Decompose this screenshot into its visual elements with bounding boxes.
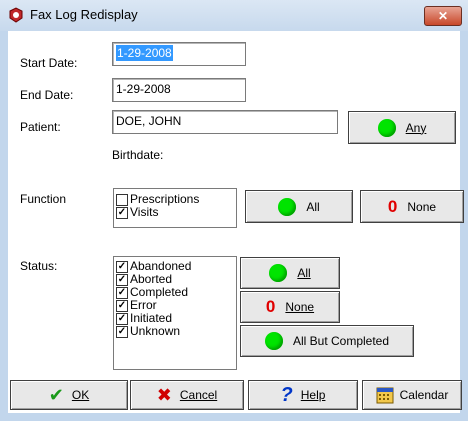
status-list[interactable]: ✓ Abandoned ✓ Aborted ✓ Completed ✓ Error ✓ I… bbox=[113, 256, 237, 370]
cancel-button[interactable]: ✖ Cancel bbox=[130, 380, 244, 410]
patient-field[interactable]: DOE, JOHN bbox=[112, 110, 338, 134]
help-button[interactable]: ? Help bbox=[248, 380, 358, 410]
x-icon: ✖ bbox=[156, 384, 172, 405]
checkbox-checked-icon[interactable]: ✓ bbox=[116, 300, 128, 312]
green-dot-icon bbox=[278, 197, 297, 216]
window-title: Fax Log Redisplay bbox=[30, 7, 138, 22]
status-all-but-completed-button[interactable]: All But Completed bbox=[240, 325, 414, 357]
function-list[interactable]: Prescriptions ✓ Visits bbox=[113, 188, 237, 228]
red-zero-icon: 0 bbox=[387, 196, 398, 216]
checkbox-checked-icon[interactable]: ✓ bbox=[116, 261, 128, 273]
calendar-icon bbox=[376, 387, 394, 404]
status-none-button[interactable]: 0 None bbox=[240, 291, 340, 323]
checkbox-checked-icon[interactable]: ✓ bbox=[116, 313, 128, 325]
close-button[interactable]: ✕ bbox=[424, 6, 462, 26]
red-zero-icon: 0 bbox=[265, 297, 276, 316]
green-dot-icon bbox=[264, 332, 283, 350]
start-date-field[interactable]: 1-29-2008 bbox=[112, 42, 246, 66]
ok-button[interactable]: ✔ OK bbox=[10, 380, 128, 410]
checkmark-icon: ✔ bbox=[48, 384, 64, 405]
any-button[interactable]: Any bbox=[348, 111, 456, 144]
checkbox-checked-icon[interactable]: ✓ bbox=[116, 207, 128, 219]
title-bar: Fax Log Redisplay ✕ bbox=[0, 0, 468, 31]
checkbox-checked-icon[interactable]: ✓ bbox=[116, 274, 128, 286]
status-label: Status: bbox=[20, 259, 58, 273]
app-icon bbox=[9, 7, 23, 23]
calendar-button[interactable]: Calendar bbox=[362, 380, 462, 410]
patient-label: Patient: bbox=[20, 120, 61, 134]
any-button-label: Any bbox=[405, 120, 427, 135]
birthdate-label: Birthdate: bbox=[112, 148, 164, 162]
green-dot-icon bbox=[269, 264, 288, 282]
function-none-button[interactable]: 0 None bbox=[360, 190, 464, 223]
checkbox-checked-icon[interactable]: ✓ bbox=[116, 287, 128, 299]
function-label: Function bbox=[20, 192, 67, 206]
end-date-field[interactable]: 1-29-2008 bbox=[112, 78, 246, 102]
end-date-label: End Date: bbox=[20, 88, 74, 102]
function-all-button[interactable]: All bbox=[245, 190, 353, 223]
start-date-label: Start Date: bbox=[20, 56, 78, 70]
checkbox-unchecked-icon[interactable] bbox=[116, 194, 128, 206]
checkbox-checked-icon[interactable]: ✓ bbox=[116, 326, 128, 338]
status-all-button[interactable]: All bbox=[240, 257, 340, 289]
start-date-value: 1-29-2008 bbox=[116, 45, 173, 61]
help-icon: ? bbox=[280, 383, 293, 406]
status-item-unknown[interactable]: ✓ Unknown bbox=[114, 325, 236, 338]
green-dot-icon bbox=[377, 118, 396, 137]
function-item-visits[interactable]: ✓ Visits bbox=[114, 206, 236, 219]
